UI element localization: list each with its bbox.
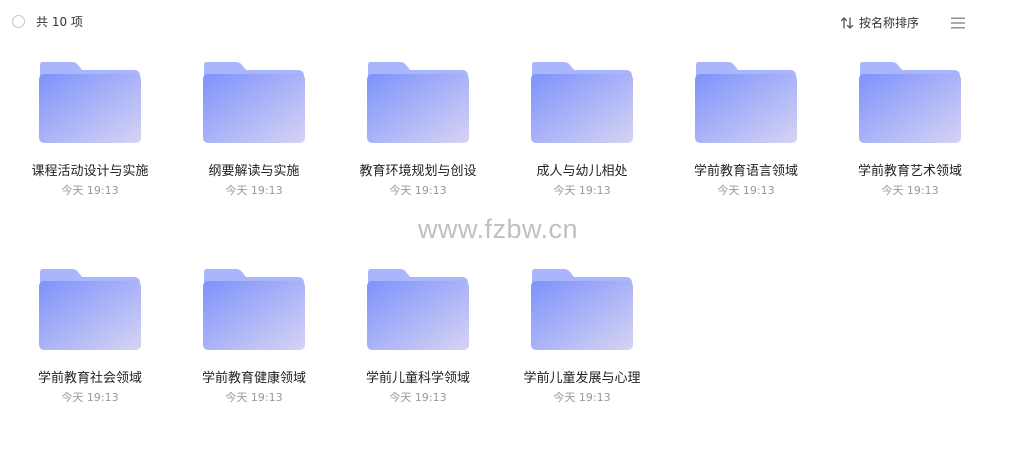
folder-icon [203,62,305,143]
select-all-checkbox[interactable] [12,15,25,28]
folder-item[interactable]: 学前教育社会领域 今天 19:13 [26,267,154,406]
folder-modified-time: 今天 19:13 [553,391,611,404]
folder-item[interactable]: 学前儿童发展与心理 今天 19:13 [518,267,646,406]
folder-name: 学前儿童发展与心理 [523,371,641,386]
folder-name: 学前儿童科学领域 [365,371,470,386]
folder-name: 课程活动设计与实施 [31,164,149,179]
sort-button[interactable]: 按名称排序 [839,14,919,32]
item-count: 共 10 项 [36,15,83,29]
folder-modified-time: 今天 19:13 [389,184,447,197]
folder-item[interactable]: 学前教育艺术领域 今天 19:13 [846,60,974,199]
folder-name: 教育环境规划与创设 [359,164,477,179]
folder-item[interactable]: 教育环境规划与创设 今天 19:13 [354,60,482,199]
folder-item[interactable]: 学前儿童科学领域 今天 19:13 [354,267,482,406]
folder-icon [39,269,141,350]
folder-item[interactable]: 学前教育语言领域 今天 19:13 [682,60,810,199]
folder-modified-time: 今天 19:13 [61,184,119,197]
folder-modified-time: 今天 19:13 [61,391,119,404]
folder-item[interactable]: 学前教育健康领域 今天 19:13 [190,267,318,406]
sort-label: 按名称排序 [859,16,920,30]
folder-item[interactable]: 纲要解读与实施 今天 19:13 [190,60,318,199]
folder-name: 纲要解读与实施 [208,164,300,179]
folder-name: 学前教育健康领域 [201,371,306,386]
folder-modified-time: 今天 19:13 [225,391,283,404]
folder-modified-time: 今天 19:13 [553,184,611,197]
watermark-text: www.fzbw.cn [418,214,579,244]
folder-name: 学前教育艺术领域 [857,164,962,179]
folder-modified-time: 今天 19:13 [717,184,775,197]
folder-icon [531,62,633,143]
folder-icon [203,269,305,350]
file-browser: 共 10 项 按名称排序 课程活动设计与实施 今天 19:13 纲要解读与实施 今天 … [0,0,1017,462]
sort-arrows-icon [840,17,854,29]
folder-icon [367,62,469,143]
folder-icon [367,269,469,350]
folder-name: 学前教育社会领域 [37,371,142,386]
folder-name: 学前教育语言领域 [693,164,798,179]
list-view-icon[interactable] [950,16,966,30]
folder-item[interactable]: 成人与幼儿相处 今天 19:13 [518,60,646,199]
folder-icon [39,62,141,143]
folder-icon [859,62,961,143]
folder-icon [695,62,797,143]
folder-modified-time: 今天 19:13 [881,184,939,197]
folder-icon [531,269,633,350]
folder-name: 成人与幼儿相处 [536,164,628,179]
folder-item[interactable]: 课程活动设计与实施 今天 19:13 [26,60,154,199]
folder-modified-time: 今天 19:13 [225,184,283,197]
folder-modified-time: 今天 19:13 [389,391,447,404]
